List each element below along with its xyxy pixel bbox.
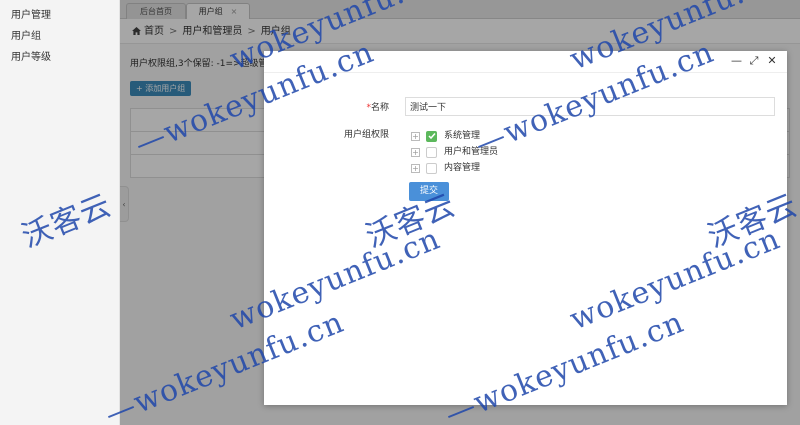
minimize-icon[interactable]: — — [731, 55, 742, 67]
tree-label: 内容管理 — [444, 163, 481, 173]
dialog-header: — ⤢ ✕ — [264, 51, 787, 73]
edit-user-group-dialog: — ⤢ ✕ *名称 用户组权限 + 系统管理 + 用户和管理员 + 内容管理 提… — [264, 51, 787, 405]
maximize-icon[interactable]: ⤢ — [749, 55, 759, 67]
tree-label: 系统管理 — [444, 131, 481, 141]
sidebar-item-user-management[interactable]: 用户管理 — [0, 5, 119, 26]
checkbox-content[interactable] — [426, 162, 437, 174]
tree-label: 用户和管理员 — [444, 147, 499, 157]
tree-node-content: + 内容管理 — [411, 160, 498, 176]
permission-tree: + 系统管理 + 用户和管理员 + 内容管理 — [411, 128, 498, 176]
name-label: *名称 — [264, 100, 389, 113]
sidebar-item-user-group[interactable]: 用户组 — [0, 26, 119, 47]
check-icon — [427, 133, 436, 140]
expand-icon[interactable]: + — [411, 131, 420, 141]
expand-icon[interactable]: + — [411, 163, 420, 173]
sidebar: 用户管理 用户组 用户等级 — [0, 0, 120, 425]
expand-icon[interactable]: + — [411, 147, 420, 157]
name-label-text: 名称 — [370, 103, 389, 113]
name-field[interactable] — [405, 97, 775, 116]
close-icon[interactable]: ✕ — [767, 55, 777, 67]
sidebar-item-user-level[interactable]: 用户等级 — [0, 47, 119, 68]
checkbox-user-admin[interactable] — [426, 146, 437, 158]
tree-node-user-admin: + 用户和管理员 — [411, 144, 498, 160]
tree-node-system: + 系统管理 — [411, 128, 498, 144]
checkbox-system[interactable] — [426, 130, 437, 142]
submit-button[interactable]: 提交 — [409, 182, 449, 201]
permission-label: 用户组权限 — [343, 130, 389, 140]
